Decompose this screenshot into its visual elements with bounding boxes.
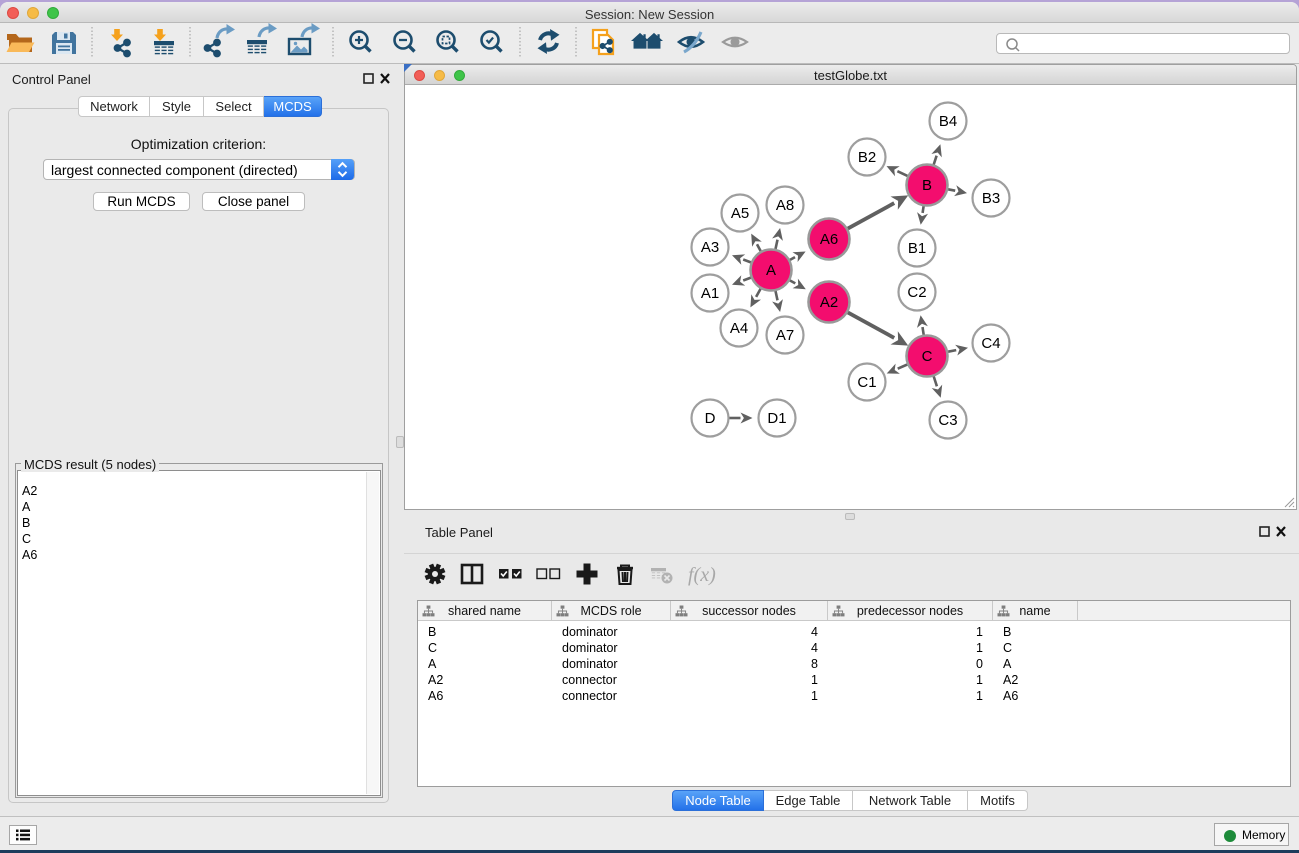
svg-text:D: D bbox=[705, 410, 716, 427]
svg-text:A: A bbox=[766, 262, 776, 279]
svg-text:C: C bbox=[922, 348, 933, 365]
svg-text:A7: A7 bbox=[776, 327, 794, 344]
svg-text:D1: D1 bbox=[767, 410, 786, 427]
svg-text:A5: A5 bbox=[731, 205, 749, 222]
svg-text:A2: A2 bbox=[820, 294, 838, 311]
svg-text:A4: A4 bbox=[730, 320, 748, 337]
svg-text:A3: A3 bbox=[701, 239, 719, 256]
svg-text:B3: B3 bbox=[982, 190, 1000, 207]
svg-text:B4: B4 bbox=[939, 113, 957, 130]
svg-text:B2: B2 bbox=[858, 149, 876, 166]
svg-text:C1: C1 bbox=[857, 374, 876, 391]
svg-text:A8: A8 bbox=[776, 197, 794, 214]
svg-text:C4: C4 bbox=[981, 335, 1000, 352]
svg-text:A6: A6 bbox=[820, 231, 838, 248]
svg-text:C3: C3 bbox=[938, 412, 957, 429]
svg-text:A1: A1 bbox=[701, 285, 719, 302]
svg-text:B1: B1 bbox=[908, 240, 926, 257]
svg-text:B: B bbox=[922, 177, 932, 194]
svg-text:f(x): f(x) bbox=[688, 564, 716, 586]
svg-text:C2: C2 bbox=[907, 284, 926, 301]
